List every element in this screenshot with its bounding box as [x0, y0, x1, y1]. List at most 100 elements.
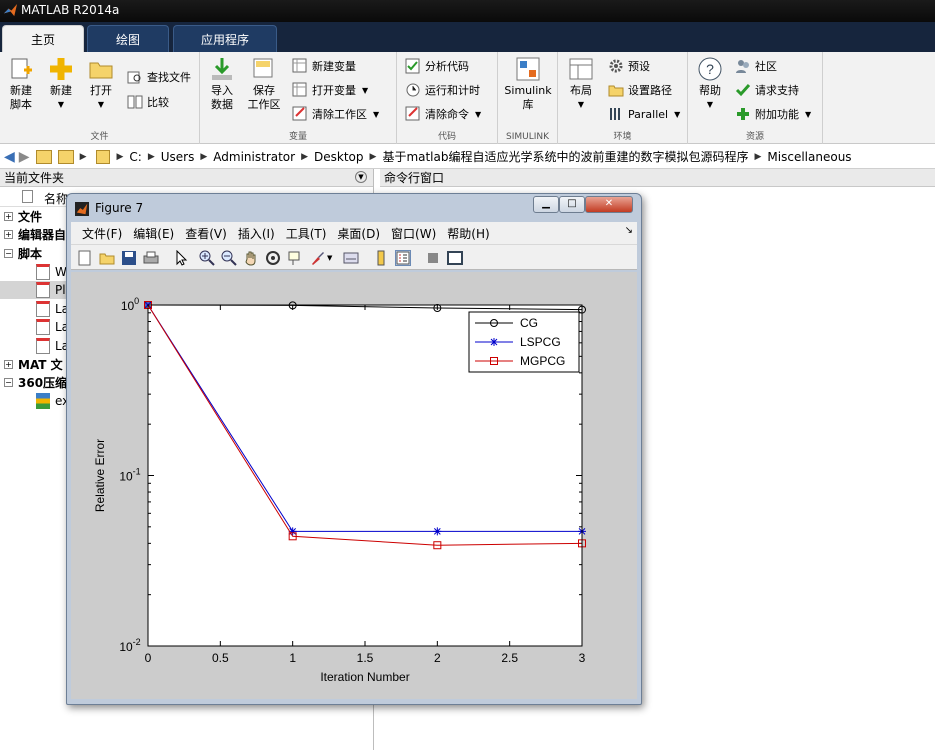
expand-toggle-icon[interactable]: −: [4, 378, 13, 387]
tree-item[interactable]: + MAT 文: [0, 355, 63, 373]
tree-item[interactable]: La: [0, 337, 69, 355]
legend-icon[interactable]: [395, 250, 411, 266]
zoom-in-icon[interactable]: [199, 250, 215, 266]
set-path-button[interactable]: 设置路径: [608, 80, 672, 100]
new-button[interactable]: 新建 ▼: [41, 56, 81, 112]
breadcrumb-c[interactable]: C:: [129, 150, 141, 164]
open-button[interactable]: 打开 ▼: [81, 56, 121, 112]
menu-file[interactable]: 文件(F): [82, 225, 122, 242]
simulink-library-label: Simulink 库: [504, 84, 552, 111]
add-ons-button[interactable]: 附加功能 ▼: [735, 104, 811, 124]
breadcrumb-administrator[interactable]: Administrator: [213, 150, 295, 164]
preferences-button[interactable]: 预设: [608, 56, 650, 76]
tab-plots[interactable]: 绘图: [87, 25, 169, 52]
brush-icon[interactable]: [309, 250, 325, 266]
expand-toggle-icon[interactable]: +: [4, 230, 13, 239]
new-script-button[interactable]: 新建 脚本: [1, 56, 41, 112]
menu-desktop[interactable]: 桌面(D): [337, 225, 380, 242]
menu-edit[interactable]: 编辑(E): [133, 225, 174, 242]
clear-commands-button[interactable]: 清除命令 ▼: [405, 104, 481, 124]
tree-item[interactable]: La: [0, 318, 69, 336]
analyze-code-button[interactable]: 分析代码: [405, 56, 469, 76]
back-arrow-icon[interactable]: ◀: [4, 149, 15, 165]
new-figure-icon[interactable]: [77, 250, 93, 266]
tree-item[interactable]: W: [0, 263, 67, 281]
open-variable-button[interactable]: 打开变量 ▼: [292, 80, 368, 100]
tree-item[interactable]: + 编辑器自: [0, 226, 66, 244]
help-button[interactable]: ? 帮助 ▼: [690, 56, 730, 112]
print-icon[interactable]: [143, 250, 159, 266]
breadcrumb-users[interactable]: Users: [161, 150, 195, 164]
zoom-out-icon[interactable]: [221, 250, 237, 266]
figure-toolbar: ▼: [71, 244, 637, 270]
clear-commands-icon: [405, 106, 421, 122]
tree-item[interactable]: −360压缩: [0, 374, 67, 392]
tab-apps[interactable]: 应用程序: [173, 25, 277, 52]
tree-item[interactable]: La: [0, 300, 69, 318]
tree-item[interactable]: − 脚本: [0, 244, 42, 262]
request-support-button[interactable]: 请求支持: [735, 80, 799, 100]
tree-item-label: 编辑器自: [18, 228, 67, 242]
find-files-button[interactable]: 查找文件: [127, 67, 191, 87]
expand-toggle-icon[interactable]: +: [4, 359, 13, 369]
new-variable-icon: [292, 58, 308, 74]
chevron-right-icon: ▶: [369, 151, 377, 162]
legend[interactable]: CG LSPCG MGPCG: [468, 311, 580, 373]
tree-item[interactable]: Pl: [0, 281, 70, 299]
menu-help[interactable]: 帮助(H): [447, 225, 489, 242]
menu-insert[interactable]: 插入(I): [238, 225, 275, 242]
menu-view[interactable]: 查看(V): [185, 225, 227, 242]
data-cursor-icon[interactable]: [287, 250, 303, 266]
chevron-down-icon: ▼: [97, 100, 105, 109]
pointer-icon[interactable]: [173, 249, 189, 266]
clear-workspace-button[interactable]: 清除工作区 ▼: [292, 104, 379, 124]
breadcrumb-miscellaneous[interactable]: Miscellaneous: [767, 150, 851, 164]
tab-home[interactable]: 主页: [2, 25, 84, 52]
compare-button[interactable]: 比较: [127, 92, 169, 112]
y-tick-exponent: 0: [134, 296, 139, 306]
figure-title: Figure 7: [95, 201, 144, 215]
chevron-down-icon[interactable]: ▼: [327, 254, 332, 262]
link-plot-icon[interactable]: [343, 250, 359, 266]
import-data-button[interactable]: 导入 数据: [202, 56, 242, 112]
tree-item[interactable]: ex: [0, 392, 69, 410]
close-button[interactable]: ✕: [585, 196, 633, 213]
colorbar-icon[interactable]: [373, 250, 389, 266]
breadcrumb-desktop[interactable]: Desktop: [314, 150, 364, 164]
layout-button[interactable]: 布局 ▼: [561, 56, 601, 112]
run-and-time-button[interactable]: 运行和计时: [405, 80, 480, 100]
save-icon[interactable]: [121, 250, 137, 266]
up-folder-icon[interactable]: [35, 149, 52, 164]
code-group-caption: 代码: [437, 132, 456, 142]
code-group: 分析代码 运行和计时 清除命令 ▼ 代码: [397, 52, 498, 144]
parallel-button[interactable]: Parallel ▼: [608, 104, 680, 124]
minimize-button[interactable]: ▁: [533, 196, 559, 213]
x-tick-label: 2.5: [501, 651, 518, 665]
new-variable-button[interactable]: 新建变量: [292, 56, 356, 76]
tree-item[interactable]: + 文件: [0, 207, 42, 225]
layout-label: 布局: [570, 84, 592, 97]
rotate-3d-icon[interactable]: [265, 250, 281, 266]
maximize-button[interactable]: □: [559, 196, 585, 213]
dock-arrow-icon[interactable]: ↘: [625, 225, 633, 236]
hide-plot-tools-icon[interactable]: [425, 250, 441, 266]
menu-window[interactable]: 窗口(W): [391, 225, 436, 242]
root-folder-icon: [96, 149, 111, 164]
breadcrumb-project-folder[interactable]: 基于matlab编程自适应光学系统中的波前重建的数字模拟包源码程序: [382, 148, 748, 165]
pan-hand-icon[interactable]: [243, 250, 259, 266]
relative-error-chart[interactable]: 0 0.5 1 1.5 2 2.5 310010-110-2 Iteration Numbe…: [71, 272, 637, 699]
pane-menu-icon[interactable]: ▼: [355, 171, 367, 183]
expand-toggle-icon[interactable]: +: [4, 211, 13, 221]
simulink-library-button[interactable]: Simulink 库: [502, 56, 554, 112]
show-plot-tools-icon[interactable]: [447, 250, 463, 266]
menu-tools[interactable]: 工具(T): [286, 225, 327, 242]
browse-folder-icon[interactable]: [57, 149, 74, 164]
open-file-icon[interactable]: [99, 250, 115, 266]
expand-toggle-icon[interactable]: −: [4, 248, 13, 258]
forward-arrow-icon[interactable]: ▶: [19, 149, 30, 165]
community-button[interactable]: 社区: [735, 56, 777, 76]
y-tick-exponent: -2: [133, 637, 141, 647]
figure-window[interactable]: Figure 7 ▁ □ ✕ 文件(F) 编辑(E) 查看(V) 插入(I) 工…: [66, 193, 642, 705]
new-script-icon: [8, 56, 34, 82]
save-workspace-button[interactable]: 保存 工作区: [244, 56, 284, 112]
